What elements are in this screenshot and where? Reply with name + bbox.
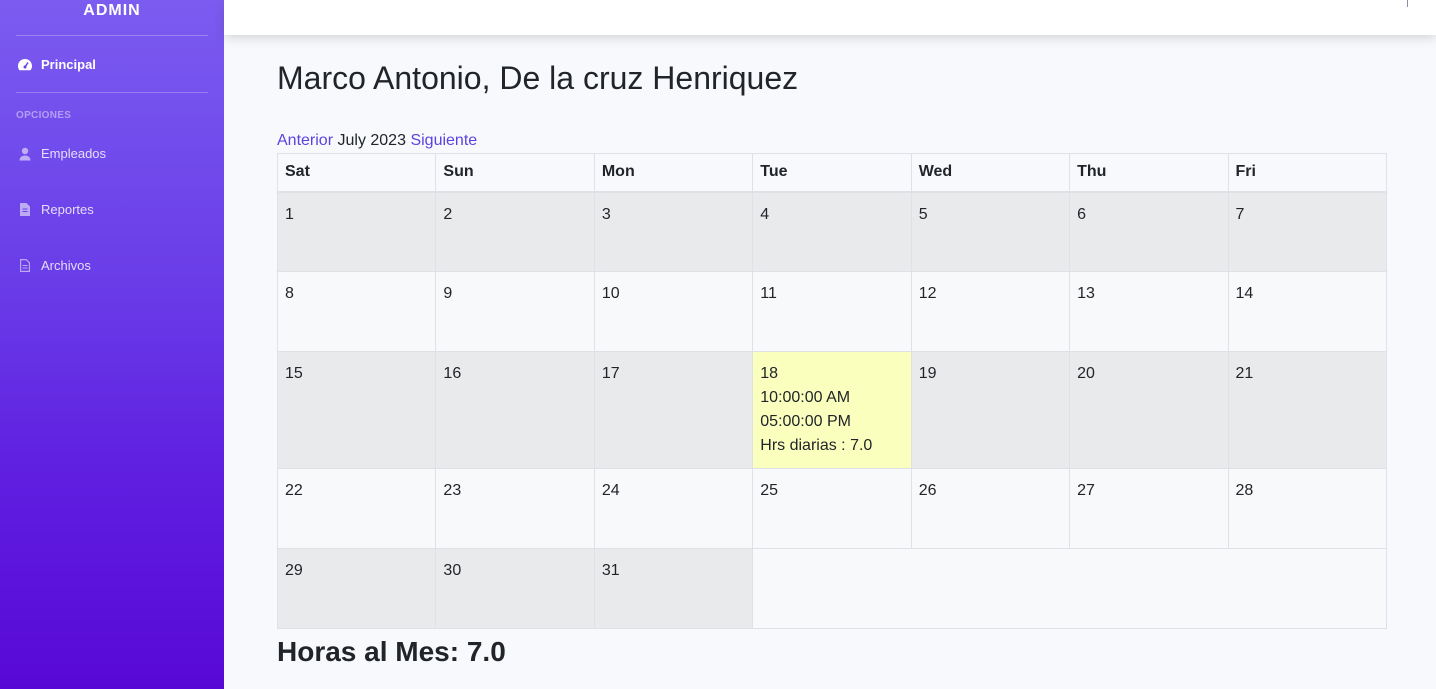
day-header: Sun bbox=[435, 153, 595, 193]
calendar-day-cell[interactable]: 3 bbox=[593, 191, 754, 272]
calendar-day-cell[interactable]: 20 bbox=[1069, 351, 1229, 469]
calendar-day-cell[interactable]: 29 bbox=[276, 548, 437, 629]
calendar-day-cell[interactable]: 28 bbox=[1227, 468, 1388, 549]
sidebar-item-label: Principal bbox=[41, 57, 96, 72]
day-header: Thu bbox=[1069, 153, 1229, 193]
calendar-day-cell[interactable]: 23 bbox=[435, 468, 595, 549]
day-header: Wed bbox=[910, 153, 1071, 193]
calendar-day-cell[interactable]: 9 bbox=[435, 271, 595, 352]
calendar-day-cell[interactable]: 2 bbox=[435, 191, 595, 272]
calendar-day-cell[interactable]: 16 bbox=[435, 351, 595, 469]
calendar-week-row: 15 16 17 18 10:00:00 AM 05:00:00 PM Hrs … bbox=[276, 351, 1388, 469]
sidebar-divider bbox=[16, 92, 208, 93]
month-navigation: Anterior July 2023 Siguiente bbox=[277, 132, 477, 150]
calendar-day-cell[interactable]: 1 bbox=[276, 191, 437, 272]
sidebar-item-reportes[interactable]: Reportes bbox=[16, 202, 94, 217]
sidebar-item-archivos[interactable]: Archivos bbox=[16, 258, 91, 273]
sidebar-item-label: Reportes bbox=[41, 202, 94, 217]
calendar-day-cell[interactable]: 13 bbox=[1069, 271, 1229, 352]
calendar-day-cell[interactable]: 27 bbox=[1069, 468, 1229, 549]
calendar-day-cell[interactable]: 17 bbox=[593, 351, 754, 469]
sidebar-item-empleados[interactable]: Empleados bbox=[16, 146, 106, 161]
calendar-day-cell[interactable]: 6 bbox=[1069, 191, 1229, 272]
brand-title[interactable]: ADMIN bbox=[0, 2, 224, 20]
monthly-hours-total: Horas al Mes: 7.0 bbox=[277, 636, 506, 667]
check-in-time: 10:00:00 AM bbox=[760, 389, 851, 406]
calendar-week-row: 8 9 10 11 12 13 14 bbox=[276, 271, 1388, 352]
tachometer-icon bbox=[16, 58, 34, 72]
calendar-day-cell[interactable]: 24 bbox=[593, 468, 754, 549]
file-icon bbox=[16, 203, 34, 217]
calendar-day-cell[interactable]: 12 bbox=[910, 271, 1071, 352]
day-header: Mon bbox=[593, 153, 754, 193]
calendar-day-cell[interactable]: 22 bbox=[276, 468, 437, 549]
calendar-day-cell[interactable]: 14 bbox=[1227, 271, 1388, 352]
document-icon bbox=[16, 259, 34, 273]
calendar-week-row: 29 30 31 bbox=[276, 548, 1387, 629]
calendar-day-cell[interactable]: 7 bbox=[1227, 191, 1388, 272]
day-number: 18 bbox=[760, 365, 779, 382]
page-title: Marco Antonio, De la cruz Henriquez bbox=[277, 60, 799, 96]
calendar-day-cell[interactable]: 8 bbox=[276, 271, 437, 352]
calendar-day-cell[interactable]: 30 bbox=[435, 548, 595, 629]
next-month-link[interactable]: Siguiente bbox=[410, 132, 477, 149]
sidebar-item-principal[interactable]: Principal bbox=[16, 57, 96, 72]
user-icon bbox=[16, 147, 34, 161]
calendar-day-cell[interactable]: 11 bbox=[752, 271, 912, 352]
calendar-day-cell[interactable]: 4 bbox=[752, 191, 912, 272]
sidebar-section-label: OPCIONES bbox=[16, 110, 72, 121]
topbar bbox=[224, 0, 1436, 35]
calendar-day-cell[interactable]: 19 bbox=[910, 351, 1071, 469]
calendar-day-cell[interactable]: 31 bbox=[593, 548, 754, 629]
calendar-day-cell[interactable]: 26 bbox=[910, 468, 1071, 549]
calendar-day-cell[interactable]: 5 bbox=[910, 191, 1071, 272]
calendar-week-row: 1 2 3 4 5 6 7 bbox=[276, 191, 1388, 272]
calendar-week-row: 22 23 24 25 26 27 28 bbox=[276, 468, 1388, 549]
calendar-day-cell[interactable]: 10 bbox=[593, 271, 754, 352]
calendar-empty-cell bbox=[752, 548, 1387, 629]
current-month: July 2023 bbox=[337, 132, 406, 149]
sidebar: ADMIN Principal OPCIONES Empleados Repor… bbox=[0, 0, 224, 689]
calendar-day-cell[interactable]: 25 bbox=[752, 468, 912, 549]
calendar-day-cell[interactable]: 21 bbox=[1227, 351, 1388, 469]
sidebar-item-label: Archivos bbox=[41, 258, 91, 273]
calendar-day-cell-attendance[interactable]: 18 10:00:00 AM 05:00:00 PM Hrs diarias :… bbox=[752, 351, 912, 469]
calendar-header-row: Sat Sun Mon Tue Wed Thu Fri bbox=[276, 153, 1388, 193]
sidebar-item-label: Empleados bbox=[41, 146, 107, 161]
day-header: Sat bbox=[276, 153, 437, 193]
calendar-day-cell[interactable]: 15 bbox=[276, 351, 437, 469]
daily-hours: Hrs diarias : 7.0 bbox=[760, 437, 873, 454]
calendar-table: Sat Sun Mon Tue Wed Thu Fri 1 2 3 4 5 6 … bbox=[276, 153, 1388, 629]
day-header: Tue bbox=[752, 153, 912, 193]
sidebar-divider bbox=[16, 35, 208, 36]
check-out-time: 05:00:00 PM bbox=[760, 413, 851, 430]
day-header: Fri bbox=[1227, 153, 1388, 193]
topbar-divider bbox=[1407, 0, 1408, 7]
prev-month-link[interactable]: Anterior bbox=[277, 132, 333, 149]
